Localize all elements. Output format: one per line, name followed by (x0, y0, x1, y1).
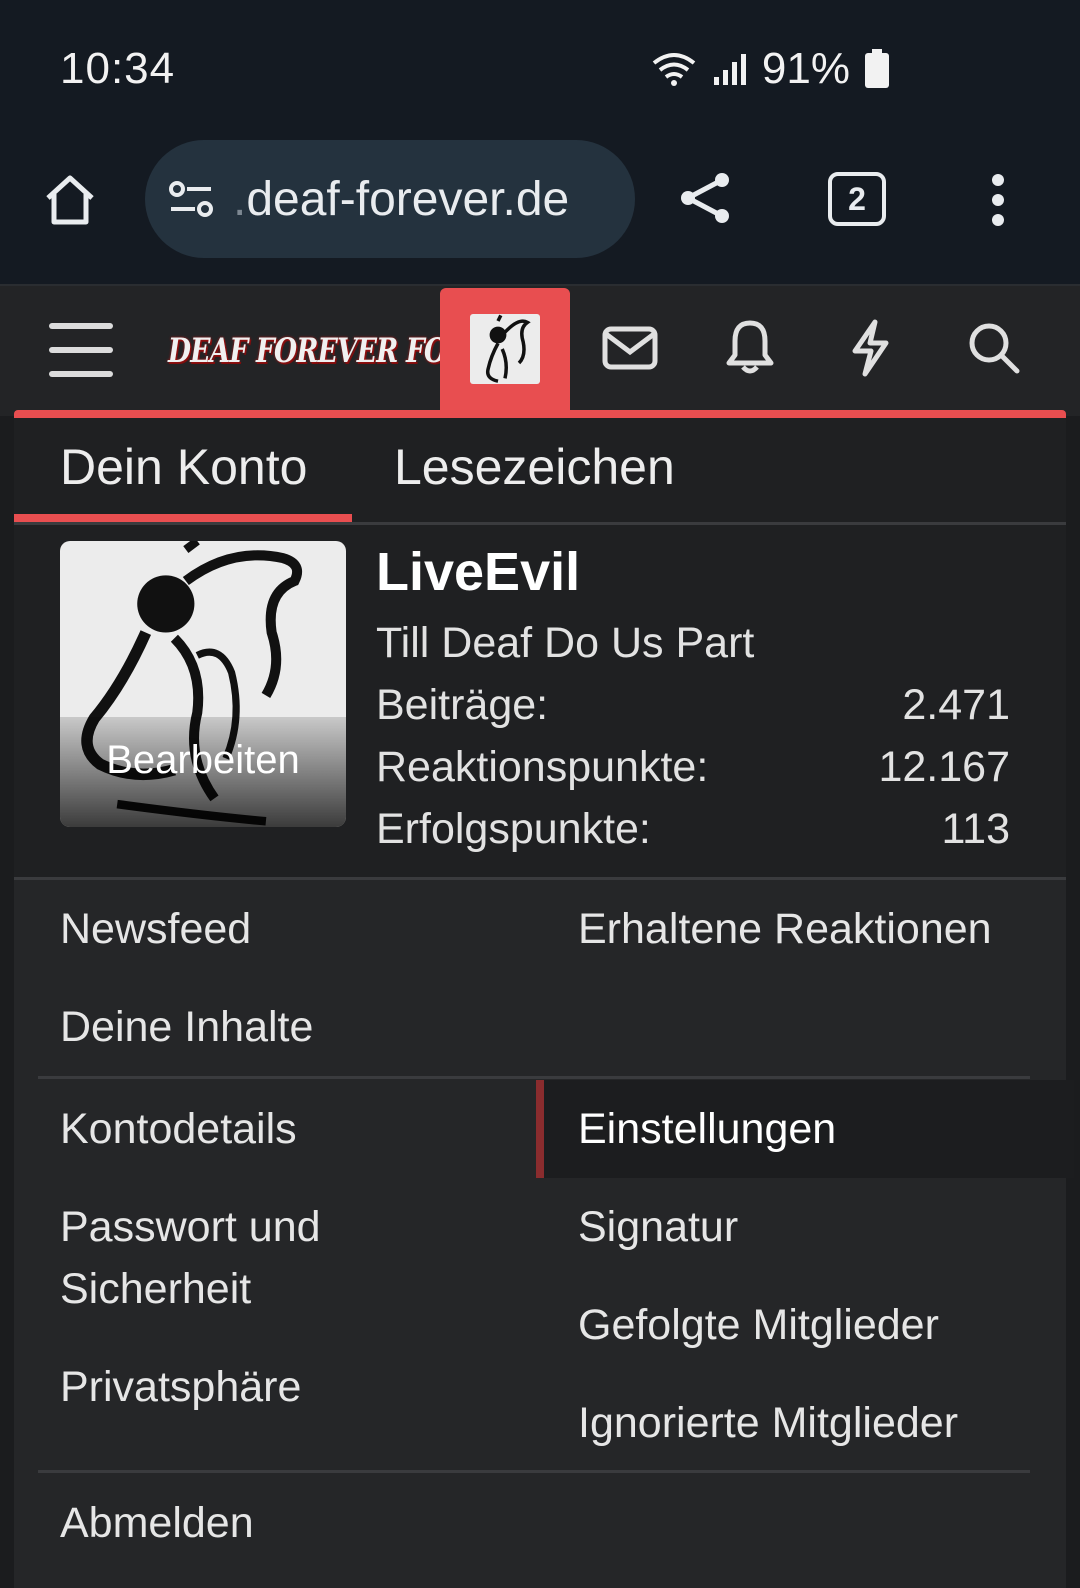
menu-item-ignoring[interactable]: Ignorierte Mitglieder (578, 1392, 958, 1454)
bell-icon (726, 320, 774, 374)
conversations-button[interactable] (600, 322, 660, 374)
stat-label: Reaktionspunkte: (376, 743, 709, 791)
profile-username[interactable]: LiveEvil (376, 541, 580, 603)
battery-icon (865, 49, 889, 88)
account-tabs: Dein Konto Lesezeichen (14, 418, 1066, 525)
menu-item-privacy[interactable]: Privatsphäre (60, 1356, 301, 1418)
wifi-icon (652, 53, 696, 86)
avatar-figure-icon (485, 314, 531, 383)
menu-item-label: Passwort und (60, 1203, 321, 1251)
bolt-icon (852, 319, 889, 377)
more-vertical-icon (992, 174, 1004, 226)
share-button[interactable] (678, 170, 734, 226)
profile-summary: Bearbeiten LiveEvil Till Deaf Do Us Part… (14, 525, 1066, 880)
avatar-edit-button[interactable]: Bearbeiten (60, 541, 346, 827)
menu-divider (38, 1470, 1030, 1473)
account-menu-button[interactable] (440, 288, 570, 410)
status-time: 10:34 (60, 44, 176, 93)
menu-item-received-reactions[interactable]: Erhaltene Reaktionen (578, 898, 992, 960)
alerts-button[interactable] (722, 318, 778, 376)
forum-logo[interactable]: DEAF FOREVER FORUM (168, 316, 519, 386)
search-button[interactable] (966, 320, 1022, 376)
tab-active-indicator (14, 514, 352, 522)
menu-item-preferences[interactable]: Einstellungen (578, 1098, 836, 1160)
menu-item-password-security[interactable]: Passwort und Sicherheit (60, 1196, 321, 1320)
url-domain: deaf-forever.de (246, 172, 570, 226)
url-prefix: . (233, 172, 247, 226)
status-icons: 91% (650, 44, 890, 94)
battery-percent: 91% (761, 44, 850, 93)
tab-bookmarks[interactable]: Lesezeichen (394, 438, 675, 496)
menu-item-signature[interactable]: Signatur (578, 1196, 738, 1258)
home-button[interactable] (40, 170, 100, 230)
stat-trophy-points: Erfolgspunkte: 113 (376, 805, 1010, 854)
menu-item-following[interactable]: Gefolgte Mitglieder (578, 1294, 939, 1356)
home-icon (46, 175, 94, 225)
nav-active-underline (14, 410, 1066, 418)
avatar-small (470, 314, 540, 384)
menu-item-logout[interactable]: Abmelden (60, 1492, 254, 1554)
profile-user-title: Till Deaf Do Us Part (376, 619, 755, 667)
menu-item-label: Sicherheit (60, 1265, 252, 1313)
url-text: .deaf-forever.de (233, 172, 569, 227)
menu-item-your-content[interactable]: Deine Inhalte (60, 996, 313, 1058)
stat-posts: Beiträge: 2.471 (376, 681, 1010, 730)
whats-new-button[interactable] (848, 318, 892, 378)
envelope-icon (602, 326, 658, 370)
status-bar: 10:34 91% (0, 0, 1080, 140)
signal-icon (713, 54, 746, 85)
site-settings-icon (169, 181, 213, 217)
account-menu-panel: Dein Konto Lesezeichen Bearbeiten LiveEv… (14, 418, 1074, 1588)
menu-divider (38, 1076, 1030, 1079)
stat-value: 12.167 (878, 743, 1010, 791)
stat-reaction-score: Reaktionspunkte: 12.167 (376, 743, 1010, 792)
browser-toolbar: .deaf-forever.de 2 (0, 140, 1080, 286)
menu-item-newsfeed[interactable]: Newsfeed (60, 898, 251, 960)
stat-value: 2.471 (902, 681, 1010, 729)
stat-value: 113 (941, 805, 1010, 853)
browser-menu-button[interactable] (980, 170, 1016, 230)
address-bar[interactable]: .deaf-forever.de (145, 140, 635, 258)
tab-account[interactable]: Dein Konto (60, 438, 307, 496)
stat-label: Beiträge: (376, 681, 549, 729)
menu-icon (49, 323, 113, 377)
tab-switcher-button[interactable]: 2 (828, 170, 886, 228)
menu-item-account-details[interactable]: Kontodetails (60, 1098, 297, 1160)
tab-count: 2 (828, 172, 886, 226)
hamburger-menu-button[interactable] (48, 320, 114, 380)
stat-label: Erfolgspunkte: (376, 805, 651, 853)
avatar-edit-label: Bearbeiten (106, 738, 300, 782)
search-icon (969, 323, 1020, 374)
share-icon (681, 173, 729, 223)
